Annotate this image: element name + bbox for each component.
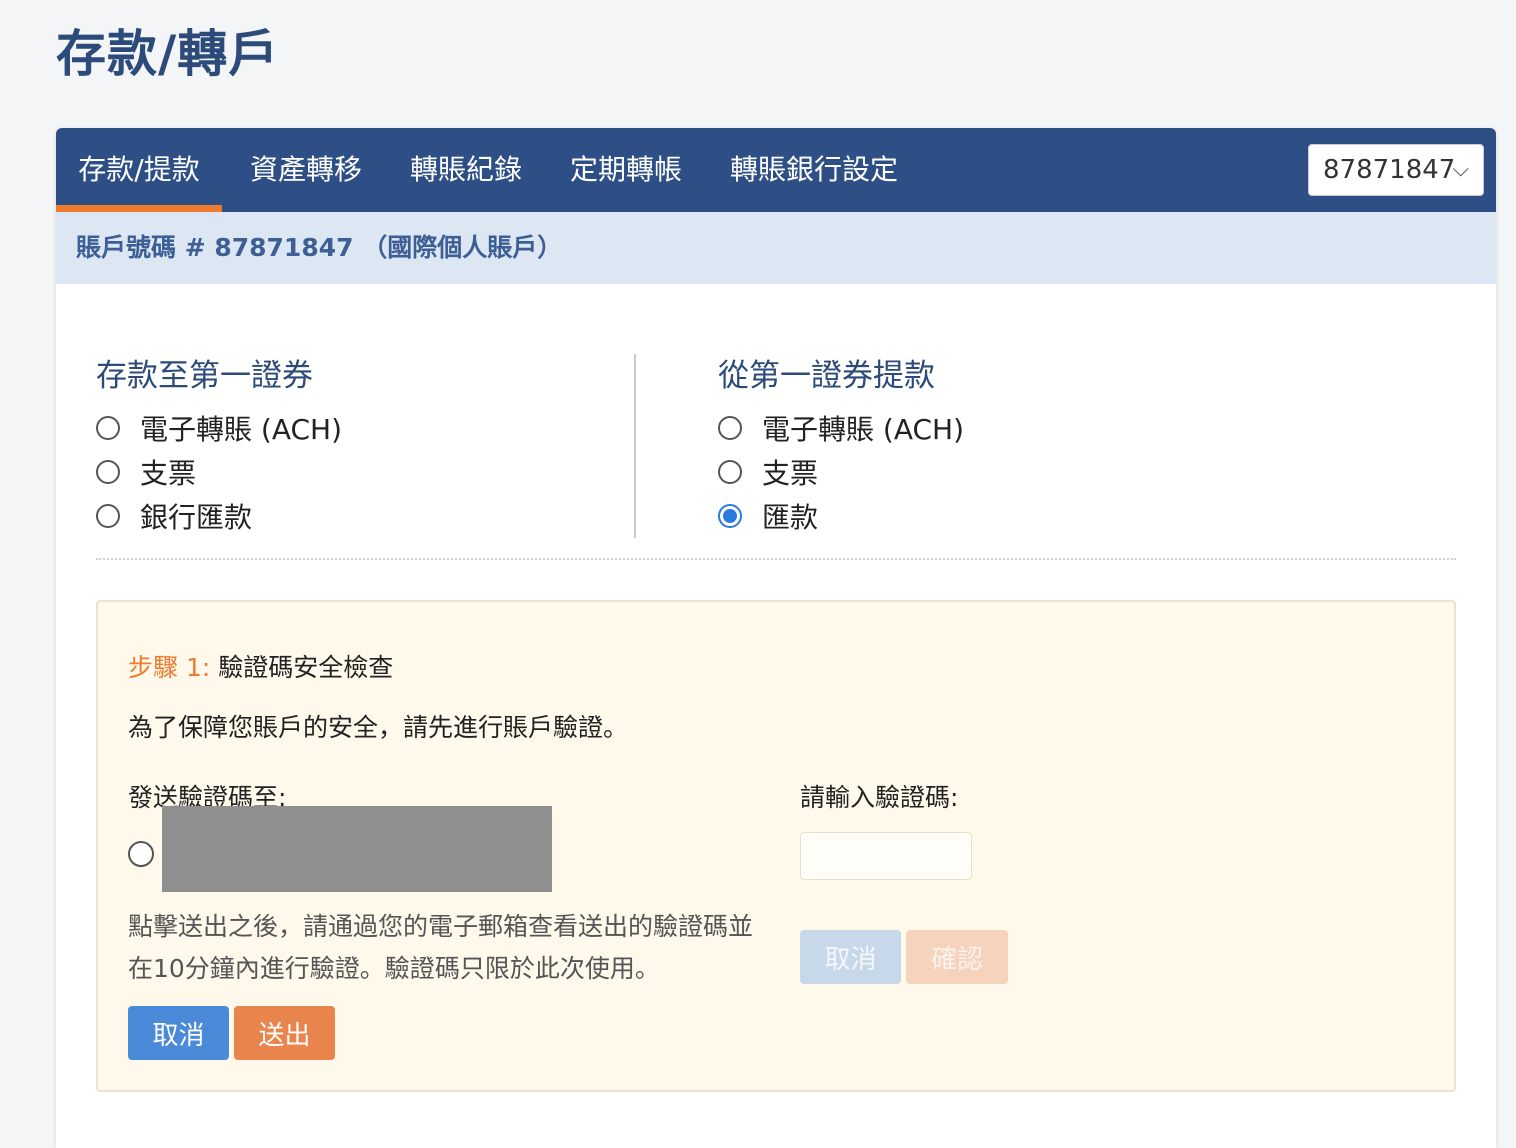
verification-code-input[interactable] xyxy=(800,832,972,880)
tab-scheduled-transfer[interactable]: 定期轉帳 xyxy=(570,128,682,212)
enter-code-label: 請輸入驗證碼: xyxy=(800,783,959,812)
radio-icon[interactable] xyxy=(718,460,742,484)
deposit-option-wire[interactable]: 銀行匯款 xyxy=(96,496,252,536)
radio-icon[interactable] xyxy=(128,841,154,867)
deposit-option-check[interactable]: 支票 xyxy=(96,452,196,492)
radio-icon[interactable] xyxy=(96,416,120,440)
withdraw-option-label: 支票 xyxy=(762,457,819,490)
masked-email xyxy=(162,806,552,892)
tab-transfer-history[interactable]: 轉賬紀錄 xyxy=(410,128,522,212)
tab-deposit-withdraw[interactable]: 存款/提款 xyxy=(56,128,222,212)
deposit-option-label: 支票 xyxy=(140,457,197,490)
radio-checked-icon[interactable] xyxy=(718,504,742,528)
column-divider xyxy=(634,354,636,538)
tab-deposit-withdraw-wrap: 存款/提款 xyxy=(56,128,222,212)
deposit-option-label: 銀行匯款 xyxy=(140,501,253,534)
radio-icon[interactable] xyxy=(96,504,120,528)
withdraw-title: 從第一證券提款 xyxy=(718,358,935,394)
nav-bar: 存款/提款 資產轉移 轉賬紀錄 定期轉帳 轉賬銀行設定 87871847 ⌵ xyxy=(56,128,1496,212)
verification-note: 點擊送出之後，請通過您的電子郵箱查看送出的驗證碼並在10分鐘內進行驗證。驗證碼只… xyxy=(128,912,754,983)
withdraw-option-wire[interactable]: 匯款 xyxy=(718,496,818,536)
step-number: 步驟 1: xyxy=(128,653,211,682)
radio-icon[interactable] xyxy=(718,416,742,440)
account-number-bar: 賬戶號碼 # 87871847 （國際個人賬戶） xyxy=(56,212,1496,284)
verification-box: 步驟 1: 驗證碼安全檢查 為了保障您賬戶的安全，請先進行賬戶驗證。 發送驗證碼… xyxy=(96,600,1456,1092)
deposit-option-label: 電子轉賬 (ACH) xyxy=(140,413,343,446)
withdraw-option-ach[interactable]: 電子轉賬 (ACH) xyxy=(718,408,964,448)
withdraw-option-label: 電子轉賬 (ACH) xyxy=(762,413,965,446)
radio-icon[interactable] xyxy=(96,460,120,484)
withdraw-option-check[interactable]: 支票 xyxy=(718,452,818,492)
step-heading: 步驟 1: 驗證碼安全檢查 xyxy=(128,648,393,684)
tab-bank-settings[interactable]: 轉賬銀行設定 xyxy=(730,128,898,212)
deposit-title: 存款至第一證券 xyxy=(96,358,313,394)
account-select[interactable]: 87871847 ⌵ xyxy=(1308,144,1484,196)
withdraw-option-label: 匯款 xyxy=(762,501,819,534)
tab-asset-transfer[interactable]: 資產轉移 xyxy=(250,128,362,212)
transfer-panel: 存款/提款 資產轉移 轉賬紀錄 定期轉帳 轉賬銀行設定 87871847 ⌵ 賬… xyxy=(56,128,1496,1148)
verification-intro: 為了保障您賬戶的安全，請先進行賬戶驗證。 xyxy=(128,713,629,742)
send-button[interactable]: 送出 xyxy=(234,1006,335,1060)
chevron-down-icon: ⌵ xyxy=(1452,157,1469,182)
account-select-value: 87871847 xyxy=(1323,155,1456,185)
cancel-code-button[interactable]: 取消 xyxy=(800,930,901,984)
deposit-option-ach[interactable]: 電子轉賬 (ACH) xyxy=(96,408,342,448)
section-divider xyxy=(96,558,1456,560)
cancel-button[interactable]: 取消 xyxy=(128,1006,229,1060)
page-title: 存款/轉戶 xyxy=(56,25,280,83)
confirm-button[interactable]: 確認 xyxy=(906,930,1008,984)
step-title: 驗證碼安全檢查 xyxy=(218,653,394,682)
